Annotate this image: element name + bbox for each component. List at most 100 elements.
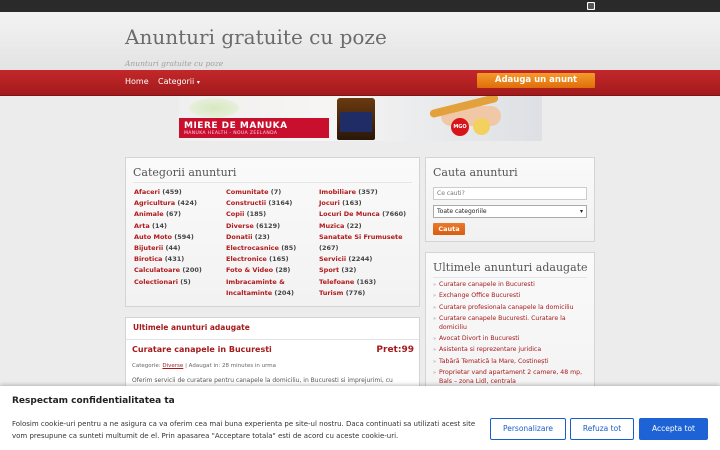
site-title[interactable]: Anunturi gratuite cu poze — [125, 25, 387, 49]
category-link[interactable]: Calculatoare (200) — [134, 265, 222, 276]
category-link[interactable]: Diverse (6129) — [226, 221, 314, 232]
category-link[interactable]: Telefoane (163) — [319, 277, 414, 288]
category-link[interactable]: Locuri De Munca (7660) — [319, 209, 414, 220]
ad-price: Pret:99 — [376, 345, 414, 355]
category-link[interactable]: Agricultura (424) — [134, 198, 222, 209]
category-name: Turism — [319, 288, 344, 297]
categories-column-3: Imobiliare (357) Jocuri (163) Locuri De Mu… — [319, 187, 414, 299]
category-name: Afaceri — [134, 188, 160, 196]
latest-ads-list: Curatare canapele in Bucuresti Exchange O… — [433, 281, 590, 389]
category-count: (14) — [152, 221, 167, 230]
category-link[interactable]: Birotica (431) — [134, 254, 222, 265]
category-count: (200) — [182, 266, 202, 275]
category-name: Telefoane — [319, 277, 355, 286]
category-link[interactable]: Sport (32) — [319, 265, 414, 276]
category-name: Jocuri — [319, 199, 340, 208]
latest-sidebar-title: Ultimele anunturi adaugate — [433, 261, 588, 274]
category-select[interactable]: Toate categoriile ▾ — [433, 205, 587, 218]
category-link[interactable]: Imbracaminte & Incaltaminte (204) — [226, 277, 314, 299]
category-name: Imobiliare — [319, 188, 356, 196]
category-link[interactable]: Electrocasnice (85) — [226, 243, 314, 254]
site-header: Anunturi gratuite cu poze Anunturi gratu… — [0, 12, 720, 70]
category-link[interactable]: Animale (67) — [134, 209, 222, 220]
latest-ad-link[interactable]: Proprietar vand apartament 2 camere, 48 … — [433, 369, 590, 387]
main-nav: Home Categorii ▾ Adauga un anunt — [0, 70, 720, 96]
category-name: Auto Moto — [134, 232, 173, 241]
manuka-banner[interactable]: MIERE DE MANUKA MANUKA HEALTH - NOUA ZEE… — [179, 96, 542, 141]
category-link[interactable]: Colectionari (5) — [134, 277, 222, 288]
category-count: (85) — [281, 244, 297, 253]
category-link[interactable]: Electronice (165) — [226, 254, 314, 265]
search-input[interactable] — [433, 187, 587, 200]
latest-ad-link[interactable]: Exchange Office Bucuresti — [433, 292, 590, 301]
latest-ad-link[interactable]: Curatare canapele Bucuresti. Curatare la… — [433, 315, 590, 333]
category-name: Donatii — [226, 232, 253, 241]
category-name: Constructii — [226, 199, 267, 208]
latest-ad-link[interactable]: Curatare profesionala canapele la domici… — [433, 304, 590, 313]
customize-button[interactable]: Personalizare — [490, 418, 566, 440]
accept-all-button[interactable]: Accepta tot — [639, 418, 708, 440]
category-link[interactable]: Imobiliare (357) — [319, 187, 414, 198]
category-link[interactable]: Arta (14) — [134, 221, 222, 232]
category-link[interactable]: Donatii (23) — [226, 232, 314, 243]
category-link[interactable]: Turism (776) — [319, 288, 414, 299]
category-name: Sport — [319, 266, 340, 275]
category-select-value: Toate categoriile — [437, 208, 487, 215]
category-count: (5) — [180, 277, 191, 286]
nav-home[interactable]: Home — [125, 77, 149, 86]
search-panel: Cauta anunturi Toate categoriile ▾ Cauta — [425, 157, 595, 242]
category-link[interactable]: Constructii (3164) — [226, 198, 314, 209]
latest-ads-box: Ultimele anunturi adaugate Curatare cana… — [125, 317, 420, 387]
rss-icon[interactable] — [587, 2, 595, 10]
category-name: Bijuterii — [134, 244, 164, 253]
category-name: Diverse — [226, 221, 254, 230]
ad-category-link[interactable]: Diverse — [162, 363, 183, 369]
ad-description: Oferim servicii de curatare pentru canap… — [132, 377, 393, 384]
latest-ad-link[interactable]: Tabără Tematică la Mare, Costinești — [433, 358, 590, 367]
category-link[interactable]: Auto Moto (594) — [134, 232, 222, 243]
latest-ad-link[interactable]: Asistenta si reprezentare juridica — [433, 346, 590, 355]
category-count: (7) — [270, 188, 282, 196]
cookie-banner: Respectam confidentialitatea ta Folosim … — [0, 386, 720, 450]
category-count: (23) — [254, 232, 270, 241]
category-link[interactable]: Foto & Video (28) — [226, 265, 314, 276]
category-link[interactable]: Muzica (22) — [319, 221, 414, 232]
category-name: Copii — [226, 210, 245, 219]
category-name: Electronice — [226, 255, 267, 264]
reject-all-button[interactable]: Refuza tot — [570, 418, 634, 440]
category-link[interactable]: Copii (185) — [226, 209, 314, 220]
latest-ad-link[interactable]: Curatare canapele in Bucuresti — [433, 281, 590, 290]
category-count: (594) — [174, 232, 194, 241]
cookie-text: Folosim cookie-uri pentru a ne asigura c… — [12, 420, 476, 440]
category-link[interactable]: Jocuri (163) — [319, 198, 414, 209]
nav-categories[interactable]: Categorii ▾ — [158, 77, 200, 86]
category-count: (204) — [274, 288, 294, 297]
latest-ads-sidebar: Ultimele anunturi adaugate Curatare cana… — [425, 252, 595, 392]
category-count: (22) — [346, 221, 362, 230]
category-name: Locuri De Munca — [319, 210, 380, 219]
category-count: (28) — [275, 266, 291, 275]
category-link[interactable]: Bijuterii (44) — [134, 243, 222, 254]
category-name: Electrocasnice — [226, 244, 279, 253]
latest-ad-link[interactable]: Avocat Divort in Bucuresti — [433, 335, 590, 344]
search-button[interactable]: Cauta — [433, 223, 465, 235]
category-link[interactable]: Afaceri (459) — [134, 187, 222, 198]
ad-meta-prefix: Categorie: — [132, 363, 161, 369]
category-count: (2244) — [348, 255, 373, 264]
category-name: Arta — [134, 221, 150, 230]
category-name: Foto & Video — [226, 266, 274, 275]
category-count: (44) — [165, 244, 181, 253]
category-count: (163) — [342, 199, 362, 208]
category-count: (165) — [269, 255, 289, 264]
category-name: Agricultura — [134, 199, 176, 208]
category-link[interactable]: Sanatate Si Frumusete (267) — [319, 232, 414, 254]
umf-badge — [473, 118, 490, 135]
category-link[interactable]: Servicii (2244) — [319, 254, 414, 265]
ad-title-link[interactable]: Curatare canapele in Bucuresti — [132, 345, 272, 354]
category-link[interactable]: Comunitate (7) — [226, 187, 314, 198]
category-count: (3164) — [268, 199, 293, 208]
divider — [433, 277, 587, 278]
add-ad-button[interactable]: Adauga un anunt — [477, 73, 595, 88]
category-count: (6129) — [256, 221, 281, 230]
category-name: Muzica — [319, 221, 345, 230]
